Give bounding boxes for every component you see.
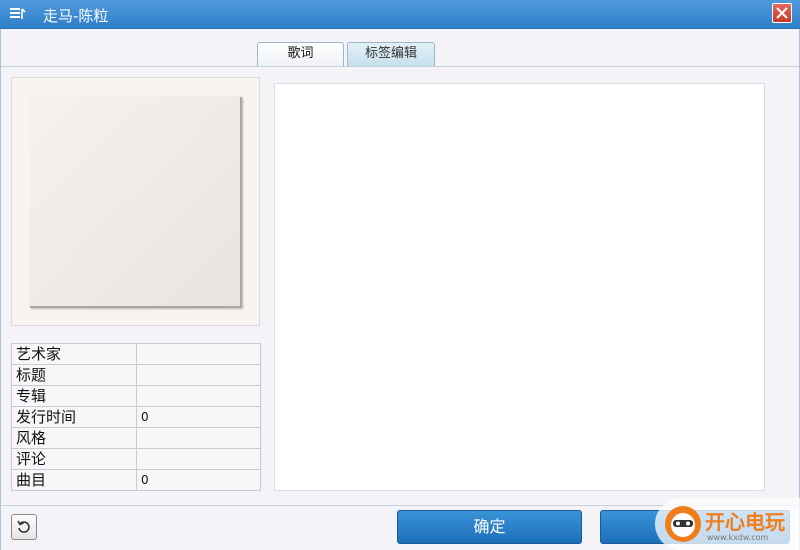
artist-label: 艺术家 [11, 343, 137, 365]
track-value[interactable]: 0 [136, 469, 261, 491]
comment-value[interactable] [136, 448, 261, 470]
watermark-site: www.kxdw.com [707, 533, 769, 542]
undo-icon [17, 520, 30, 533]
tag-info-table: 艺术家 标题 专辑 发行时间 0 风格 评论 曲目 0 [11, 343, 261, 491]
genre-label: 风格 [11, 427, 137, 449]
tab-divider [1, 66, 799, 67]
title-label: 标题 [11, 364, 137, 386]
table-row: 风格 [11, 427, 261, 449]
table-row: 发行时间 0 [11, 406, 261, 428]
watermark: 开心电玩 www.kxdw.com [655, 498, 800, 550]
menu-icon[interactable] [9, 6, 27, 22]
title-bar: 走马-陈粒 [0, 0, 800, 29]
table-row: 标题 [11, 364, 261, 386]
tab-tag-edit[interactable]: 标签编辑 [347, 42, 435, 66]
track-label: 曲目 [11, 469, 137, 491]
table-row: 专辑 [11, 385, 261, 407]
title-value[interactable] [136, 364, 261, 386]
table-row: 曲目 0 [11, 469, 261, 491]
reset-button[interactable] [11, 514, 37, 540]
table-row: 评论 [11, 448, 261, 470]
album-value[interactable] [136, 385, 261, 407]
watermark-brand: 开心电玩 [705, 510, 785, 534]
release-date-value[interactable]: 0 [136, 406, 261, 428]
mascot-logo-icon [665, 506, 701, 542]
close-icon [776, 7, 788, 19]
release-date-label: 发行时间 [11, 406, 137, 428]
album-cover [30, 97, 242, 308]
genre-value[interactable] [136, 427, 261, 449]
ok-button[interactable]: 确定 [397, 510, 582, 544]
table-row: 艺术家 [11, 343, 261, 365]
tab-lyrics[interactable]: 歌词 [257, 42, 344, 66]
window-title: 走马-陈粒 [43, 7, 109, 25]
close-button[interactable] [772, 3, 792, 23]
album-label: 专辑 [11, 385, 137, 407]
comment-label: 评论 [11, 448, 137, 470]
lyrics-text-area[interactable] [274, 83, 765, 491]
artist-value[interactable] [136, 343, 261, 365]
